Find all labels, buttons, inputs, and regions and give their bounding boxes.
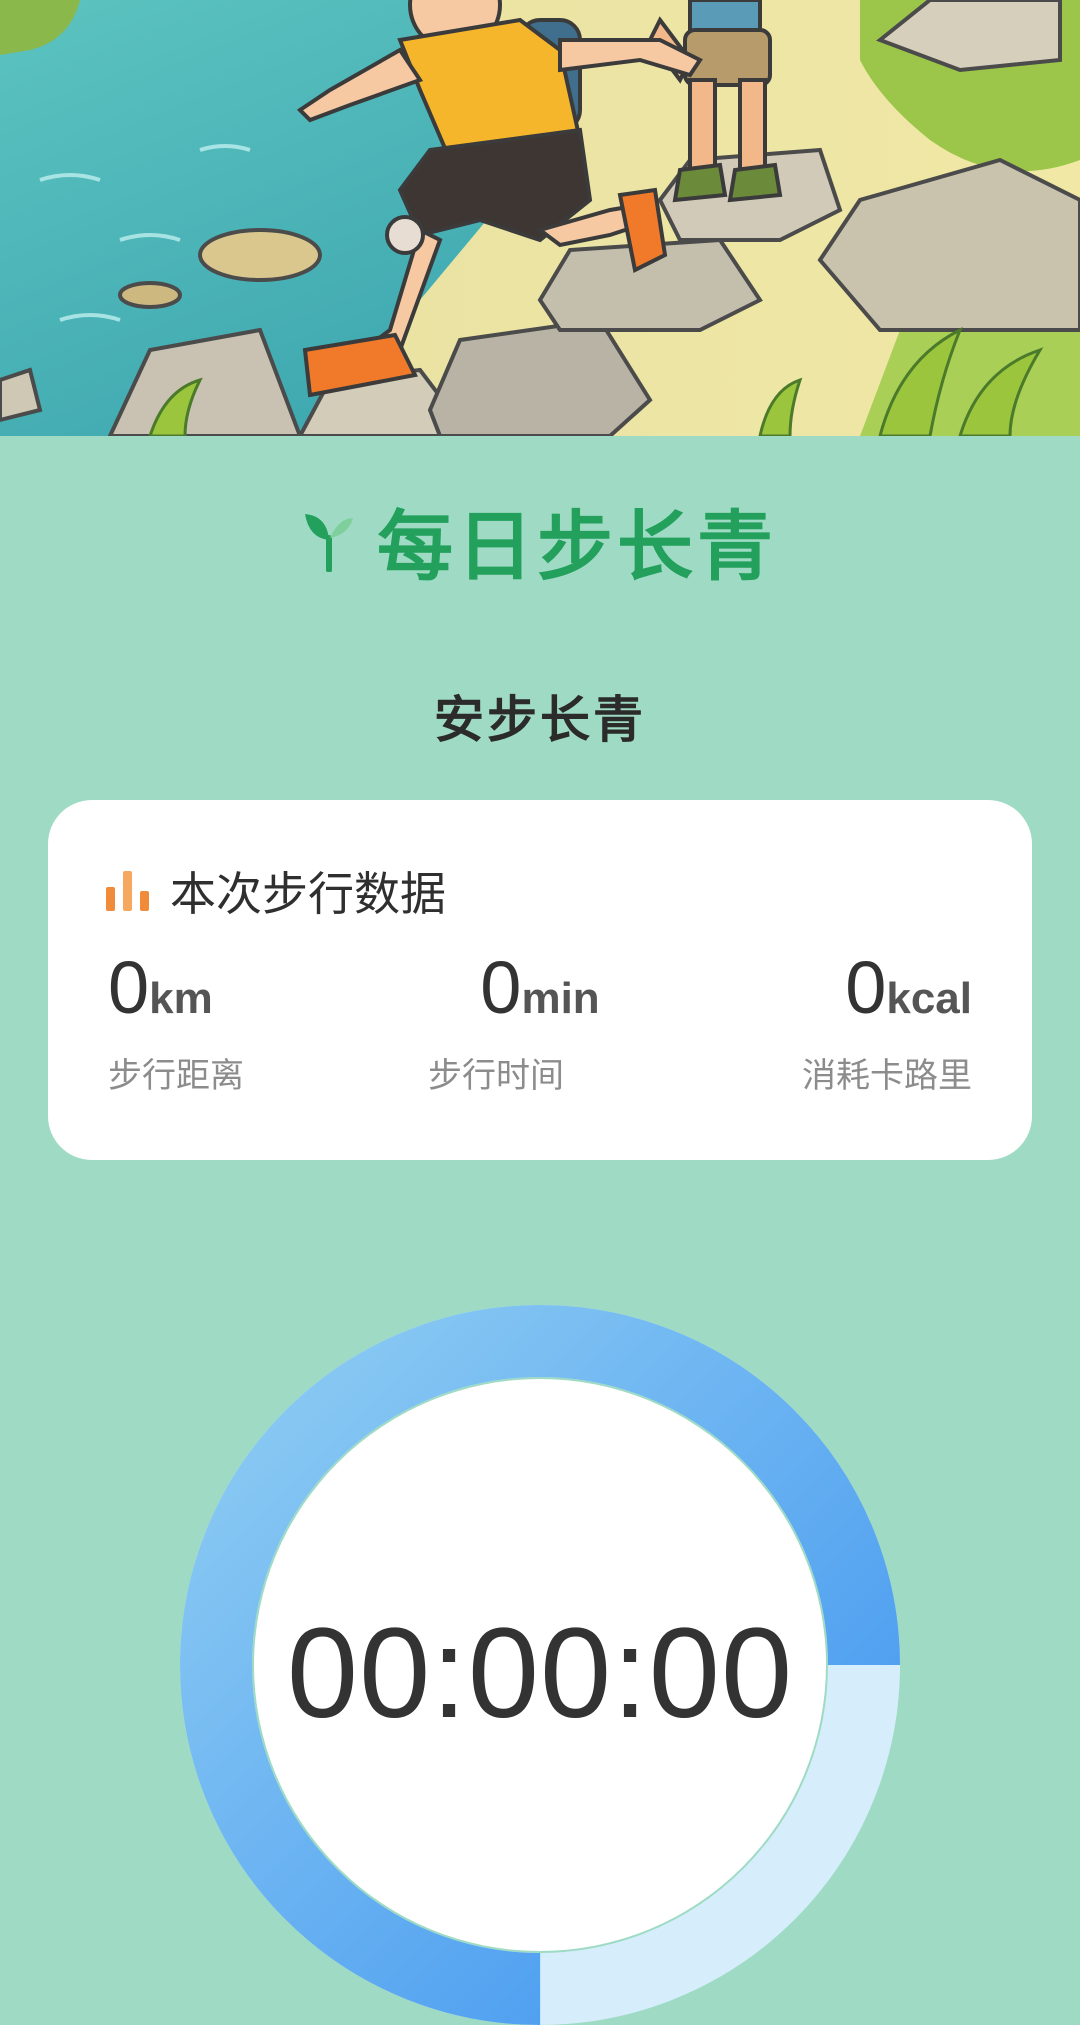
calories-label: 消耗卡路里 bbox=[802, 1056, 972, 1096]
walk-stats-card: 本次步行数据 0km 步行距离 0min 步行时间 0kcal 消耗卡路里 bbox=[48, 800, 1032, 1160]
duration-label: 步行时间 bbox=[428, 1056, 564, 1096]
hero-illustration bbox=[0, 0, 1080, 436]
card-title: 本次步行数据 bbox=[170, 867, 446, 921]
calories-unit: kcal bbox=[886, 974, 972, 1023]
distance-value: 0 bbox=[108, 946, 150, 1029]
distance-label: 步行距离 bbox=[108, 1056, 244, 1096]
duration-value: 0 bbox=[480, 946, 522, 1029]
sprout-icon bbox=[305, 514, 353, 572]
app-header: 每日步长青 bbox=[0, 490, 1080, 591]
timer-display: 00:00:00 bbox=[286, 1602, 794, 1745]
calories-value: 0 bbox=[845, 946, 887, 1029]
distance-unit: km bbox=[149, 974, 213, 1023]
duration-unit: min bbox=[521, 974, 600, 1023]
hiking-kids-illustration bbox=[0, 0, 1080, 436]
bar-chart-icon bbox=[106, 871, 149, 911]
stat-calories: 0kcal 消耗卡路里 bbox=[802, 945, 972, 1097]
app-title: 每日步长青 bbox=[377, 502, 777, 591]
stat-duration: 0min 步行时间 bbox=[328, 945, 752, 1097]
card-header: 本次步行数据 bbox=[106, 858, 446, 924]
page-subtitle: 安步长青 bbox=[434, 691, 646, 749]
stat-distance: 0km 步行距离 bbox=[108, 945, 244, 1097]
walk-timer[interactable]: 00:00:00 bbox=[180, 1305, 900, 2025]
